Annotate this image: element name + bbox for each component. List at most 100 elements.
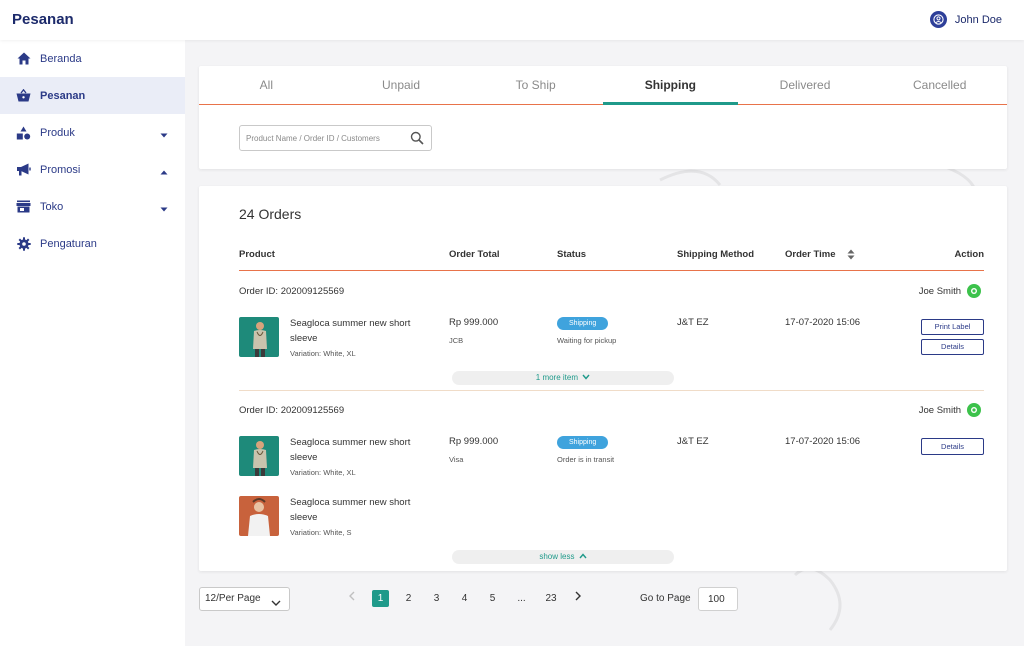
column-header-order-time[interactable]: Order Time bbox=[785, 249, 836, 260]
sidebar-item-pesanan[interactable]: Pesanan bbox=[0, 77, 185, 114]
chevron-up-icon bbox=[579, 553, 587, 559]
order-item: Seagloca summer new short sleeve Variati… bbox=[239, 496, 984, 542]
order-total: Rp 999.000 bbox=[449, 436, 499, 447]
page-button-5[interactable]: 5 bbox=[484, 590, 501, 607]
orders-count-title: 24 Orders bbox=[239, 206, 302, 222]
user-circle-icon bbox=[929, 11, 947, 28]
product-image[interactable] bbox=[239, 317, 279, 357]
sidebar-item-toko[interactable]: Toko bbox=[0, 188, 185, 225]
search-icon[interactable] bbox=[410, 131, 424, 150]
more-items-label: 1 more item bbox=[535, 373, 578, 382]
column-header-order-total: Order Total bbox=[449, 249, 500, 260]
product-name[interactable]: Seagloca summer new short sleeve bbox=[290, 436, 430, 465]
go-to-page-input[interactable] bbox=[698, 587, 738, 611]
home-icon bbox=[16, 51, 31, 66]
status-tabs: All Unpaid To Ship Shipping Delivered Ca… bbox=[199, 66, 1007, 105]
column-header-action: Action bbox=[954, 249, 984, 260]
sidebar-item-beranda[interactable]: Beranda bbox=[0, 40, 185, 77]
per-page-value: 12/Per Page bbox=[205, 593, 261, 604]
shipping-method: J&T EZ bbox=[677, 436, 709, 447]
order-item: Seagloca summer new short sleeve Variati… bbox=[239, 317, 984, 363]
column-header-status: Status bbox=[557, 249, 587, 260]
orders-card: 24 Orders Product Order Total Status Shi… bbox=[199, 186, 1007, 571]
column-header-shipping-method: Shipping Method bbox=[677, 249, 755, 260]
sidebar-item-label: Toko bbox=[40, 200, 64, 213]
more-items-toggle[interactable]: 1 more item bbox=[452, 371, 674, 385]
sidebar-item-label: Promosi bbox=[40, 163, 81, 176]
customer-name: Joe Smith bbox=[918, 286, 961, 297]
page-button-2[interactable]: 2 bbox=[400, 590, 417, 607]
chevron-down-icon bbox=[160, 203, 168, 215]
status-note: Order is in transit bbox=[557, 455, 615, 464]
chevron-up-icon bbox=[160, 166, 168, 178]
sidebar-item-label: Produk bbox=[40, 126, 75, 139]
order-id: Order ID: 202009125569 bbox=[239, 286, 345, 297]
user-name: John Doe bbox=[954, 13, 1002, 26]
print-label-button[interactable]: Print Label bbox=[921, 319, 984, 335]
product-name[interactable]: Seagloca summer new short sleeve bbox=[290, 496, 430, 525]
prev-page-icon[interactable] bbox=[343, 590, 360, 607]
chevron-down-icon bbox=[582, 374, 590, 380]
tab-unpaid[interactable]: Unpaid bbox=[334, 66, 469, 104]
status-badge: Shipping bbox=[557, 436, 609, 449]
order-time: 17-07-2020 15:06 bbox=[785, 317, 861, 328]
details-button[interactable]: Details bbox=[921, 339, 984, 355]
status-note: Waiting for pickup bbox=[557, 336, 617, 345]
app-title: Pesanan bbox=[12, 11, 74, 28]
sidebar-item-label: Pesanan bbox=[40, 89, 86, 102]
tab-delivered[interactable]: Delivered bbox=[738, 66, 873, 104]
tab-to-ship[interactable]: To Ship bbox=[468, 66, 603, 104]
shapes-icon bbox=[16, 125, 31, 140]
order-header: Order ID: 202009125569 Joe Smith bbox=[239, 282, 984, 302]
tab-all[interactable]: All bbox=[199, 66, 334, 104]
page-button-23[interactable]: 23 bbox=[541, 590, 561, 607]
product-image[interactable] bbox=[239, 436, 279, 476]
per-page-select[interactable]: 12/Per Page bbox=[199, 587, 290, 611]
chat-icon[interactable] bbox=[967, 403, 981, 417]
status-badge: Shipping bbox=[557, 317, 609, 330]
order-id: Order ID: 202009125569 bbox=[239, 405, 345, 416]
search-input[interactable] bbox=[239, 125, 432, 151]
chevron-down-icon bbox=[160, 129, 168, 141]
user-menu[interactable]: John Doe bbox=[929, 11, 1002, 28]
product-variation: Variation: White, XL bbox=[290, 349, 356, 358]
tab-shipping[interactable]: Shipping bbox=[603, 66, 738, 105]
order-item: Seagloca summer new short sleeve Variati… bbox=[239, 436, 984, 482]
sidebar-item-promosi[interactable]: Promosi bbox=[0, 151, 185, 188]
tab-cancelled[interactable]: Cancelled bbox=[872, 66, 1007, 104]
sidebar-item-label: Pengaturan bbox=[40, 237, 97, 250]
page-button-4[interactable]: 4 bbox=[456, 590, 473, 607]
sidebar: Beranda Pesanan Produk Promosi Toko Peng… bbox=[0, 40, 185, 646]
order-header: Order ID: 202009125569 Joe Smith bbox=[239, 401, 984, 421]
column-header-product: Product bbox=[239, 249, 275, 260]
product-image[interactable] bbox=[239, 496, 279, 536]
show-less-label: show less bbox=[539, 552, 575, 561]
gear-icon bbox=[16, 236, 31, 251]
sort-icon[interactable] bbox=[847, 249, 855, 263]
go-to-page-label: Go to Page bbox=[640, 593, 691, 604]
product-variation: Variation: White, XL bbox=[290, 468, 356, 477]
shipping-method: J&T EZ bbox=[677, 317, 709, 328]
page-button-1[interactable]: 1 bbox=[372, 590, 389, 607]
megaphone-icon bbox=[16, 162, 31, 177]
filter-card: All Unpaid To Ship Shipping Delivered Ca… bbox=[199, 66, 1007, 169]
show-less-toggle[interactable]: show less bbox=[452, 550, 674, 564]
sidebar-item-label: Beranda bbox=[40, 52, 82, 65]
page-button-3[interactable]: 3 bbox=[428, 590, 445, 607]
order-divider bbox=[239, 390, 984, 391]
next-page-icon[interactable] bbox=[569, 590, 586, 607]
chat-icon[interactable] bbox=[967, 284, 981, 298]
product-name[interactable]: Seagloca summer new short sleeve bbox=[290, 317, 430, 346]
sidebar-item-produk[interactable]: Produk bbox=[0, 114, 185, 151]
product-variation: Variation: White, S bbox=[290, 528, 352, 537]
top-bar: Pesanan John Doe bbox=[0, 0, 1024, 40]
sidebar-item-pengaturan[interactable]: Pengaturan bbox=[0, 225, 185, 262]
details-button[interactable]: Details bbox=[921, 438, 984, 455]
payment-method: JCB bbox=[449, 336, 464, 345]
store-icon bbox=[16, 199, 31, 214]
order-time: 17-07-2020 15:06 bbox=[785, 436, 861, 447]
order-row: Order ID: 202009125569 Joe Smith Seagloc… bbox=[239, 401, 984, 551]
order-total: Rp 999.000 bbox=[449, 317, 499, 328]
payment-method: Visa bbox=[449, 455, 464, 464]
customer-name: Joe Smith bbox=[918, 405, 961, 416]
